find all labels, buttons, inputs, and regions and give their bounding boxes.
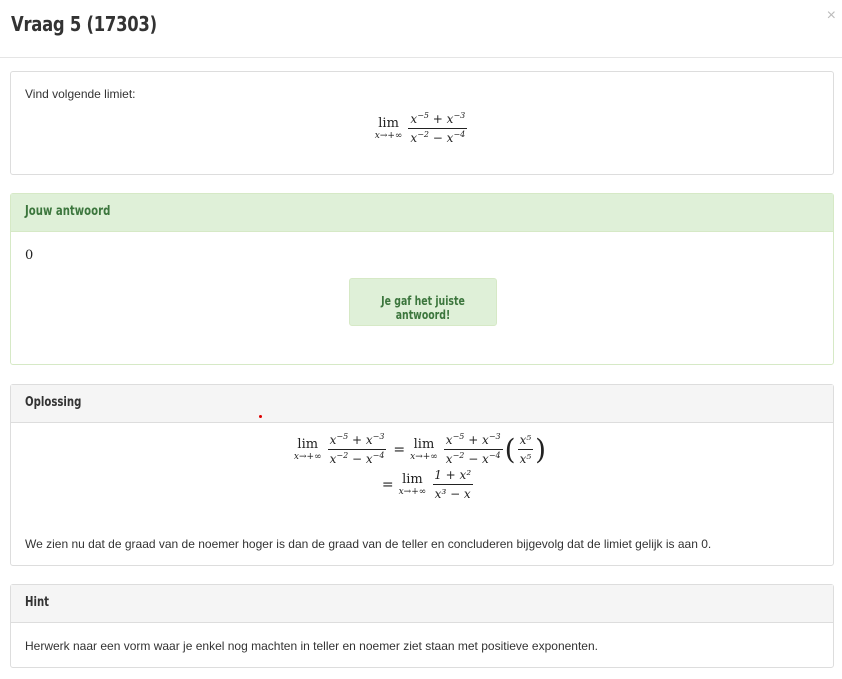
solution-text: We zien nu dat de graad van de noemer ho…: [25, 537, 712, 551]
hint-panel: Hint Herwerk naar een vorm waar je enkel…: [10, 584, 834, 668]
modal-header: Vraag 5 (17303) ×: [0, 0, 842, 58]
correct-answer-alert: Je gaf het juiste antwoord!: [349, 278, 497, 326]
solution-heading: Oplossing: [11, 385, 833, 423]
solution-panel: Oplossing lim x→+∞ x−5 + x−3 x−2 − x−4 = …: [10, 384, 834, 566]
answer-heading: Jouw antwoord: [11, 194, 833, 232]
solution-formula: lim x→+∞ x−5 + x−3 x−2 − x−4 = lim x→+∞ x−…: [293, 432, 547, 502]
cursor-dot: [259, 415, 262, 418]
question-panel: Vind volgende limiet: lim x→+∞ x−5 + x−3 …: [10, 71, 834, 175]
hint-text: Herwerk naar een vorm waar je enkel nog …: [25, 639, 598, 653]
close-icon[interactable]: ×: [827, 8, 836, 24]
answer-panel: Jouw antwoord 0 Je gaf het juiste antwoo…: [10, 193, 834, 365]
question-prompt: Vind volgende limiet:: [25, 87, 136, 101]
answer-value: 0: [25, 248, 34, 263]
question-formula: lim x→+∞ x−5 + x−3 x−2 − x−4: [374, 111, 468, 145]
hint-heading: Hint: [11, 585, 833, 623]
modal-title: Vraag 5 (17303): [11, 12, 157, 36]
